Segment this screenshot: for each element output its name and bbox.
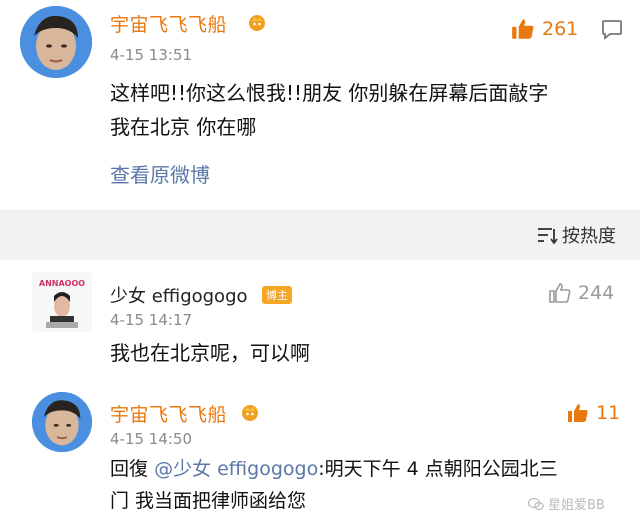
avatar-portrait-icon [20,6,92,78]
avatar-shaonv[interactable]: ANNAOOO [32,272,92,332]
thumbs-up-icon [549,283,571,303]
sort-by-heat-button[interactable]: 按热度 [536,222,616,248]
avatar-portrait-icon [32,392,92,452]
vip-crown-icon [242,405,258,421]
like-count: 11 [596,402,621,424]
reply-prefix: 回復 [110,458,149,480]
vip-crown-icon [249,15,265,31]
blogger-badge: 博主 [262,286,292,304]
avatar-artwork-icon: ANNAOOO [32,272,92,332]
sort-icon [538,228,558,245]
reply-text: 我也在北京呢，可以啊 [110,341,310,365]
avatar-label: ANNAOOO [39,279,85,288]
avatar-yuzhou[interactable] [32,392,92,452]
view-original-link[interactable]: 查看原微博 [110,158,210,192]
mention-link[interactable]: @少女 effigogogo [154,458,318,480]
timestamp: 4-15 14:50 [110,430,193,448]
like-button[interactable]: 261 [510,16,578,42]
reply-text-line2: 门 我当面把律师函给您 [110,490,307,512]
username-text[interactable]: 宇宙飞飞飞船 [110,404,227,426]
comment-text-line2: 我在北京 你在哪 [110,115,257,139]
comment-bubble-icon[interactable] [600,17,624,41]
thumbs-up-icon [568,404,588,422]
timestamp: 4-15 13:51 [110,46,193,64]
like-button[interactable]: 11 [566,401,620,425]
thumbs-up-icon [512,19,534,39]
like-count: 244 [578,282,615,304]
watermark: 星姐爱BB [528,494,605,513]
sort-label: 按热度 [562,226,616,247]
timestamp: 4-15 14:17 [110,311,193,329]
like-button[interactable]: 244 [548,281,614,305]
reply-text-line1: 回復 @少女 effigogogo:明天下午 4 点朝阳公园北三 [110,452,558,486]
username-yuzhou[interactable]: 宇宙飞飞飞船 [110,400,227,427]
wechat-logo-icon [528,497,544,510]
username-shaonv[interactable]: 少女 effigogogo [110,282,248,308]
reply-body: :明天下午 4 点朝阳公园北三 [318,458,558,480]
weibo-comments-page: 宇宙飞飞飞船 4-15 13:51 261 这样吧!!你这么恨我!!朋友 你别躲… [0,0,640,516]
username-yuzhou[interactable]: 宇宙飞飞飞船 [110,10,227,37]
comment-text-line1: 这样吧!!你这么恨我!!朋友 你别躲在屏幕后面敲字 [110,81,549,105]
watermark-text: 星姐爱BB [548,498,605,513]
like-count: 261 [542,18,579,40]
avatar-yuzhou[interactable] [20,6,92,78]
username-text[interactable]: 宇宙飞飞飞船 [110,14,227,36]
